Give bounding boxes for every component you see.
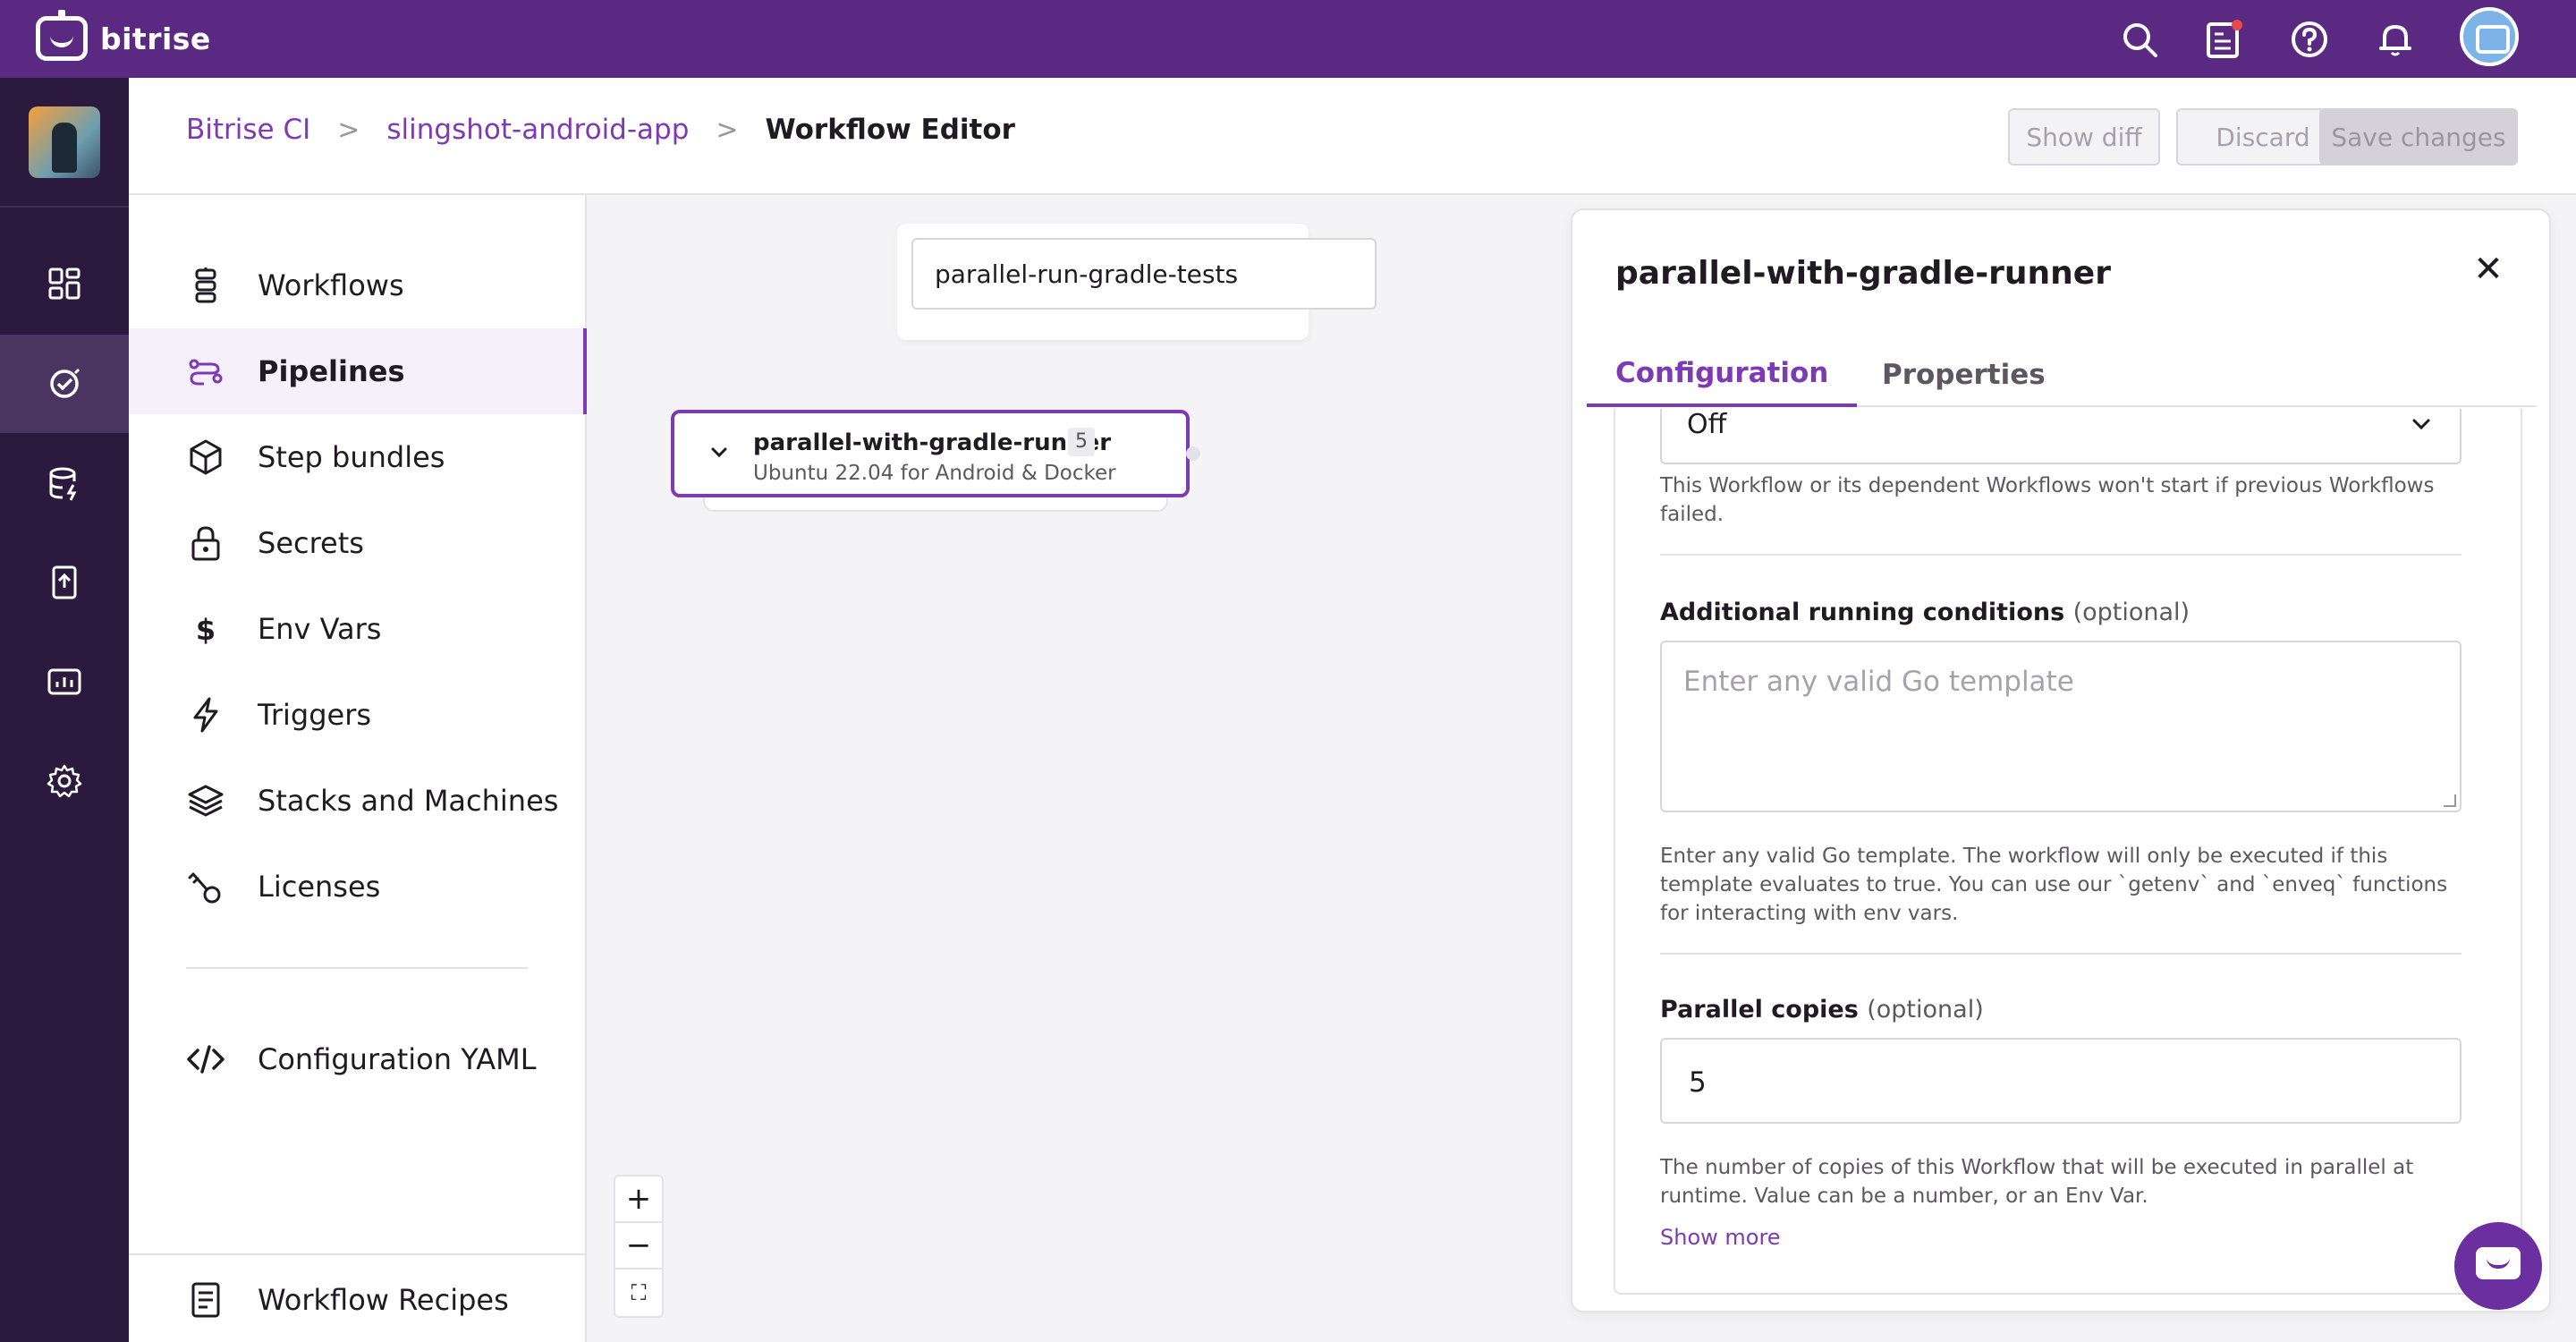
parallel-copies-label-text: Parallel copies [1660,996,1859,1023]
sidebar-item-configuration-yaml[interactable]: Configuration YAML [129,1016,585,1102]
dollar-icon: $ [196,613,216,647]
zoom-controls: + − ⛶ [614,1175,664,1318]
form-divider [1660,953,2462,955]
conditions-textarea[interactable]: Enter any valid Go template [1660,641,2462,812]
sidebar-item-env-vars[interactable]: $ Env Vars [129,586,585,672]
workflow-card-name: parallel-with-gradle-runner [753,429,1112,456]
sidebar-item-label: Workflow Recipes [258,1283,509,1317]
tab-properties[interactable]: Properties [1853,343,2074,407]
sidebar-divider [186,967,528,969]
lock-icon [191,526,220,561]
chevron-right-icon: > [337,114,360,146]
top-bar: bitrise [0,0,2576,78]
save-changes-button[interactable]: Save changes [2319,108,2518,166]
zoom-in-button[interactable]: + [615,1176,662,1223]
pipeline-selector-wrapper: parallel-run-gradle-tests [897,224,1377,340]
dashboard-icon[interactable] [0,234,129,333]
app-rail [0,78,129,1342]
insights-icon[interactable] [0,633,129,731]
sidebar-item-label: Secrets [258,526,364,560]
key-icon [188,872,221,904]
code-icon [187,1045,225,1074]
lightning-icon [193,697,218,733]
ci-icon[interactable] [0,335,129,433]
bell-icon[interactable] [2376,20,2415,59]
sidebar-item-label: Env Vars [258,612,382,646]
panel-tabs: Configuration Properties [1587,343,2537,407]
tab-configuration[interactable]: Configuration [1587,343,1858,407]
run-if-help-text: This Workflow or its dependent Workflows… [1660,474,2435,526]
configuration-form: Off This Workflow or its dependent Workf… [1614,409,2522,1295]
bitrise-logo[interactable]: bitrise [36,10,211,63]
cube-icon [190,439,222,475]
page-header: Bitrise CI > slingshot-android-app > Wor… [129,78,2576,195]
workflow-editor-sidebar: Workflows Pipelines Step bundles Secrets… [129,195,587,1342]
sidebar-item-step-bundles[interactable]: Step bundles [129,414,585,500]
sidebar-item-label: Stacks and Machines [258,784,559,818]
parallel-copies-label: Parallel copies (optional) [1660,996,2462,1023]
rail-divider [0,206,129,208]
workflow-details-panel: parallel-with-gradle-runner ✕ Configurat… [1571,208,2551,1312]
sidebar-item-label: Triggers [258,698,372,732]
breadcrumb-bitrise-ci[interactable]: Bitrise CI [186,114,310,146]
parallel-copies-help-text: The number of copies of this Workflow th… [1660,1156,2414,1208]
sidebar-item-label: Pipelines [258,354,405,388]
fit-view-button[interactable]: ⛶ [615,1270,662,1316]
project-avatar[interactable] [29,106,100,178]
chat-support-button[interactable] [2454,1222,2542,1310]
panel-title: parallel-with-gradle-runner [1615,255,2111,292]
sidebar-item-licenses[interactable]: Licenses [129,844,585,930]
zoom-out-button[interactable]: − [615,1223,662,1270]
page-title: Workflow Editor [765,114,1015,146]
workflow-card[interactable]: parallel-with-gradle-runner 5 Ubuntu 22.… [671,410,1190,497]
form-divider [1660,554,2462,556]
layers-icon [188,785,224,817]
help-icon[interactable] [2290,20,2329,59]
parallel-copies-input[interactable]: 5 [1660,1038,2462,1124]
chevron-down-icon[interactable] [707,440,732,465]
show-diff-button[interactable]: Show diff [2008,108,2160,166]
brand-name: bitrise [100,21,211,56]
sidebar-item-label: Licenses [258,870,381,904]
show-more-link[interactable]: Show more [1660,1225,2462,1250]
breadcrumb-app[interactable]: slingshot-android-app [386,114,689,146]
build-report-icon[interactable] [2204,20,2243,59]
sidebar-item-workflow-recipes[interactable]: Workflow Recipes [129,1257,585,1342]
select-value: Off [1687,409,1727,440]
breadcrumb: Bitrise CI > slingshot-android-app > Wor… [186,114,1015,146]
document-icon [191,1282,220,1318]
chevron-down-icon [2412,419,2430,430]
run-if-previous-failed-select[interactable]: Off [1660,409,2462,464]
pipeline-select[interactable]: parallel-run-gradle-tests [911,238,1377,310]
optional-text: (optional) [1867,996,1984,1023]
release-icon[interactable] [0,533,129,632]
sidebar-bottom-divider [129,1253,585,1255]
workflows-icon [195,268,216,303]
conditions-help-text: Enter any valid Go template. The workflo… [1660,845,2448,925]
workflow-card-stack-name: Ubuntu 22.04 for Android & Docker [753,462,1116,485]
parallel-count-badge: 5 [1068,428,1095,456]
search-icon[interactable] [2120,20,2159,59]
bitrise-bot-icon [36,10,88,61]
sidebar-item-triggers[interactable]: Triggers [129,672,585,758]
sidebar-item-workflows[interactable]: Workflows [129,242,585,328]
sidebar-item-label: Configuration YAML [258,1042,537,1076]
svg-text:$: $ [196,613,216,647]
sidebar-item-pipelines[interactable]: Pipelines [129,328,587,414]
conditions-label-text: Additional running conditions [1660,599,2065,626]
profile-avatar[interactable] [2460,7,2519,66]
sidebar-item-label: Workflows [258,268,404,302]
workflow-connector-handle[interactable] [1186,446,1200,461]
sidebar-item-stacks-and-machines[interactable]: Stacks and Machines [129,758,585,844]
optional-text: (optional) [2072,599,2190,626]
close-icon[interactable]: ✕ [2470,251,2506,287]
pipelines-icon [189,359,223,386]
chevron-right-icon: > [716,114,739,146]
conditions-label: Additional running conditions (optional) [1660,599,2462,626]
settings-icon[interactable] [0,732,129,830]
build-cache-icon[interactable] [0,434,129,532]
sidebar-item-label: Step bundles [258,440,445,474]
sidebar-item-secrets[interactable]: Secrets [129,500,585,586]
